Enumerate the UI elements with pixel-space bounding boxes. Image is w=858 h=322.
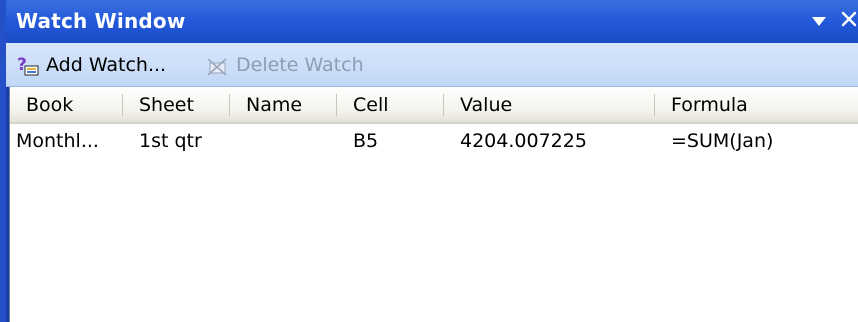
- cell-cell: B5: [353, 130, 379, 152]
- table-row[interactable]: Monthl... 1st qtr B5 4204.007225 =SUM(Ja…: [10, 124, 858, 158]
- column-header-book[interactable]: Book: [10, 87, 122, 122]
- column-header-value[interactable]: Value: [444, 87, 654, 122]
- add-watch-button[interactable]: ? Add Watch...: [16, 52, 166, 78]
- title-bar[interactable]: Watch Window: [6, 0, 858, 43]
- column-header-name[interactable]: Name: [230, 87, 336, 122]
- delete-watch-button[interactable]: Delete Watch: [206, 52, 364, 78]
- column-header-sheet[interactable]: Sheet: [123, 87, 229, 122]
- add-watch-label: Add Watch...: [46, 54, 167, 76]
- window-menu-button[interactable]: [808, 10, 830, 32]
- cell-value: 4204.007225: [460, 130, 587, 152]
- cell-book: Monthl...: [16, 130, 99, 152]
- cell-formula: =SUM(Jan): [671, 130, 774, 152]
- column-header-row: Book Sheet Name Cell Value Formula: [10, 87, 858, 124]
- toolbar: ? Add Watch... Delete Watch: [6, 43, 858, 87]
- window-title: Watch Window: [16, 9, 186, 33]
- close-button[interactable]: [838, 10, 858, 32]
- add-watch-icon: ?: [16, 53, 40, 77]
- cell-name: [230, 124, 336, 158]
- delete-watch-icon: [206, 53, 230, 77]
- cell-sheet: 1st qtr: [139, 130, 202, 152]
- column-header-cell[interactable]: Cell: [337, 87, 443, 122]
- column-header-formula[interactable]: Formula: [655, 87, 858, 122]
- watch-list[interactable]: Book Sheet Name Cell Value Formula Month…: [9, 87, 858, 322]
- dropdown-arrow-icon: [812, 12, 826, 31]
- delete-watch-label: Delete Watch: [236, 54, 364, 76]
- close-icon: [841, 11, 857, 31]
